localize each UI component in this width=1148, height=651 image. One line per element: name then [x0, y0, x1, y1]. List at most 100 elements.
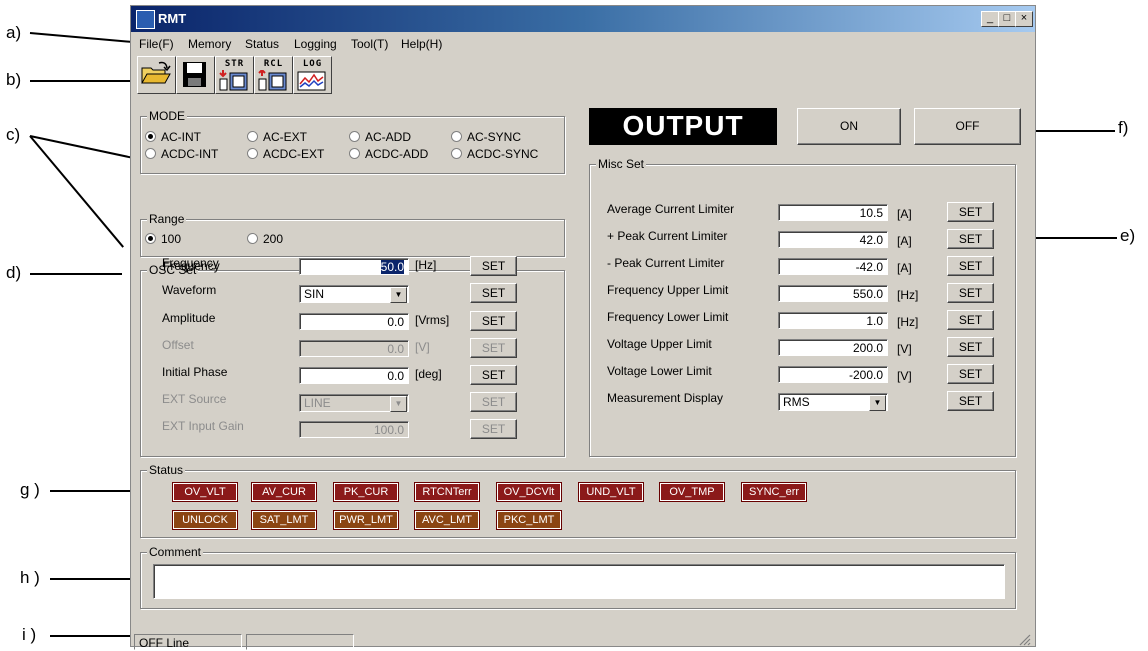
annotation-f: f)	[1118, 118, 1129, 137]
radio-ac-ext[interactable]: AC-EXT	[247, 130, 307, 144]
radio-acdc-int[interactable]: ACDC-INT	[145, 147, 218, 161]
osc-frequency-unit: [Hz]	[415, 258, 437, 272]
menu-memory[interactable]: Memory	[188, 37, 231, 51]
open-file-button[interactable]	[137, 56, 176, 94]
radio-range-100[interactable]: 100	[145, 232, 181, 246]
maximize-button[interactable]: □	[998, 11, 1016, 27]
menu-logging[interactable]: Logging	[294, 37, 337, 51]
osc-ext-input-gain-value: 100.0	[373, 423, 404, 437]
osc-initial-phase-set-button[interactable]: SET	[470, 365, 517, 385]
app-logo-icon	[136, 10, 155, 29]
misc-avg-current-limiter-label: Average Current Limiter	[607, 202, 735, 216]
misc-voltage-lower-limit-input[interactable]: -200.0	[778, 366, 888, 383]
osc-waveform-set-button[interactable]: SET	[470, 283, 517, 303]
misc-minus-peak-current-limiter-set-button[interactable]: SET	[947, 256, 994, 276]
menu-help[interactable]: Help(H)	[401, 37, 442, 51]
misc-voltage-lower-limit-set-button[interactable]: SET	[947, 364, 994, 384]
radio-acdc-ext[interactable]: ACDC-EXT	[247, 147, 324, 161]
radio-ac-int[interactable]: AC-INT	[145, 130, 201, 144]
misc-voltage-lower-limit-label: Voltage Lower Limit	[607, 364, 712, 378]
misc-avg-current-limiter-unit: [A]	[897, 207, 912, 221]
radio-label: ACDC-EXT	[263, 147, 325, 161]
misc-minus-peak-current-limiter-value: -42.0	[855, 260, 883, 274]
misc-voltage-upper-limit-set-button[interactable]: SET	[947, 337, 994, 357]
status-badge: PWR_LMT	[333, 510, 399, 530]
osc-initial-phase-input[interactable]: 0.0	[299, 367, 409, 384]
close-button[interactable]: ×	[1015, 11, 1033, 27]
radio-indicator	[247, 131, 258, 142]
radio-ac-add[interactable]: AC-ADD	[349, 130, 411, 144]
statusbar-secondary	[246, 634, 354, 650]
misc-voltage-lower-limit-unit: [V]	[897, 369, 912, 383]
store-button[interactable]: STR	[215, 56, 254, 94]
log-chart-icon	[297, 71, 326, 91]
output-indicator: OUTPUT	[589, 108, 777, 145]
misc-minus-peak-current-limiter-label: - Peak Current Limiter	[607, 256, 725, 270]
misc-voltage-upper-limit-input[interactable]: 200.0	[778, 339, 888, 356]
radio-indicator	[145, 148, 156, 159]
misc-measurement-display-select[interactable]: RMS ▼	[778, 393, 888, 411]
annotation-line-a	[29, 32, 142, 44]
menu-file[interactable]: File(F)	[139, 37, 174, 51]
minimize-button[interactable]: _	[981, 11, 999, 27]
misc-minus-peak-current-limiter-input[interactable]: -42.0	[778, 258, 888, 275]
osc-waveform-select[interactable]: SIN ▼	[299, 285, 409, 303]
osc-amplitude-input[interactable]: 0.0	[299, 313, 409, 330]
radio-ac-sync[interactable]: AC-SYNC	[451, 130, 521, 144]
radio-label: AC-INT	[161, 130, 201, 144]
annotation-line-d	[30, 273, 122, 275]
radio-label: ACDC-ADD	[365, 147, 429, 161]
annotation-h: h )	[20, 568, 40, 587]
misc-avg-current-limiter-input[interactable]: 10.5	[778, 204, 888, 221]
chevron-down-icon[interactable]: ▼	[390, 287, 407, 303]
osc-offset-unit: [V]	[415, 340, 430, 354]
status-badge: PK_CUR	[333, 482, 399, 502]
osc-frequency-input[interactable]: 50.0	[299, 258, 409, 275]
osc-frequency-set-button[interactable]: SET	[470, 256, 517, 276]
title-bar[interactable]: RMT _ □ ×	[131, 6, 1035, 32]
status-badge: OV_DCVlt	[496, 482, 562, 502]
osc-ext-source-select: LINE ▼	[299, 394, 409, 412]
radio-acdc-sync[interactable]: ACDC-SYNC	[451, 147, 538, 161]
misc-frequency-upper-limit-unit: [Hz]	[897, 288, 919, 302]
misc-frequency-lower-limit-unit: [Hz]	[897, 315, 919, 329]
misc-frequency-lower-limit-set-button[interactable]: SET	[947, 310, 994, 330]
output-on-button[interactable]: ON	[797, 108, 901, 145]
misc-voltage-upper-limit-unit: [V]	[897, 342, 912, 356]
output-off-button[interactable]: OFF	[914, 108, 1021, 145]
menu-tool[interactable]: Tool(T)	[351, 37, 388, 51]
status-badge: AV_CUR	[251, 482, 317, 502]
misc-plus-peak-current-limiter-set-button[interactable]: SET	[947, 229, 994, 249]
resize-grip-icon[interactable]	[1017, 632, 1031, 646]
osc-offset-set-button: SET	[470, 338, 517, 358]
misc-plus-peak-current-limiter-input[interactable]: 42.0	[778, 231, 888, 248]
osc-amplitude-set-button[interactable]: SET	[470, 311, 517, 331]
save-button[interactable]	[176, 56, 215, 94]
misc-frequency-upper-limit-input[interactable]: 550.0	[778, 285, 888, 302]
mode-title: MODE	[147, 109, 187, 123]
annotation-b: b)	[6, 70, 22, 89]
osc-offset-input: 0.0	[299, 340, 409, 357]
chevron-down-icon[interactable]: ▼	[869, 395, 886, 411]
radio-acdc-add[interactable]: ACDC-ADD	[349, 147, 428, 161]
recall-button[interactable]: RCL	[254, 56, 293, 94]
status-badge: OV_VLT	[172, 482, 238, 502]
misc-frequency-upper-limit-label: Frequency Upper Limit	[607, 283, 729, 297]
misc-frequency-upper-limit-set-button[interactable]: SET	[947, 283, 994, 303]
annotation-d: d)	[6, 263, 22, 282]
misc-measurement-display-set-button[interactable]: SET	[947, 391, 994, 411]
comment-input[interactable]	[153, 564, 1005, 599]
status-badge: PKC_LMT	[496, 510, 562, 530]
radio-range-200[interactable]: 200	[247, 232, 283, 246]
misc-measurement-display-label: Measurement Display	[607, 391, 724, 405]
menu-status[interactable]: Status	[245, 37, 279, 51]
misc-frequency-lower-limit-input[interactable]: 1.0	[778, 312, 888, 329]
osc-amplitude-value: 0.0	[387, 315, 404, 329]
misc-avg-current-limiter-set-button[interactable]: SET	[947, 202, 994, 222]
menu-bar: File(F) Memory Status Logging Tool(T) He…	[131, 35, 1035, 55]
radio-label: ACDC-INT	[161, 147, 219, 161]
log-button[interactable]: LOG	[293, 56, 332, 94]
app-window: RMT _ □ × File(F) Memory Status Logging …	[130, 5, 1036, 650]
radio-indicator	[247, 148, 258, 159]
radio-indicator	[451, 148, 462, 159]
